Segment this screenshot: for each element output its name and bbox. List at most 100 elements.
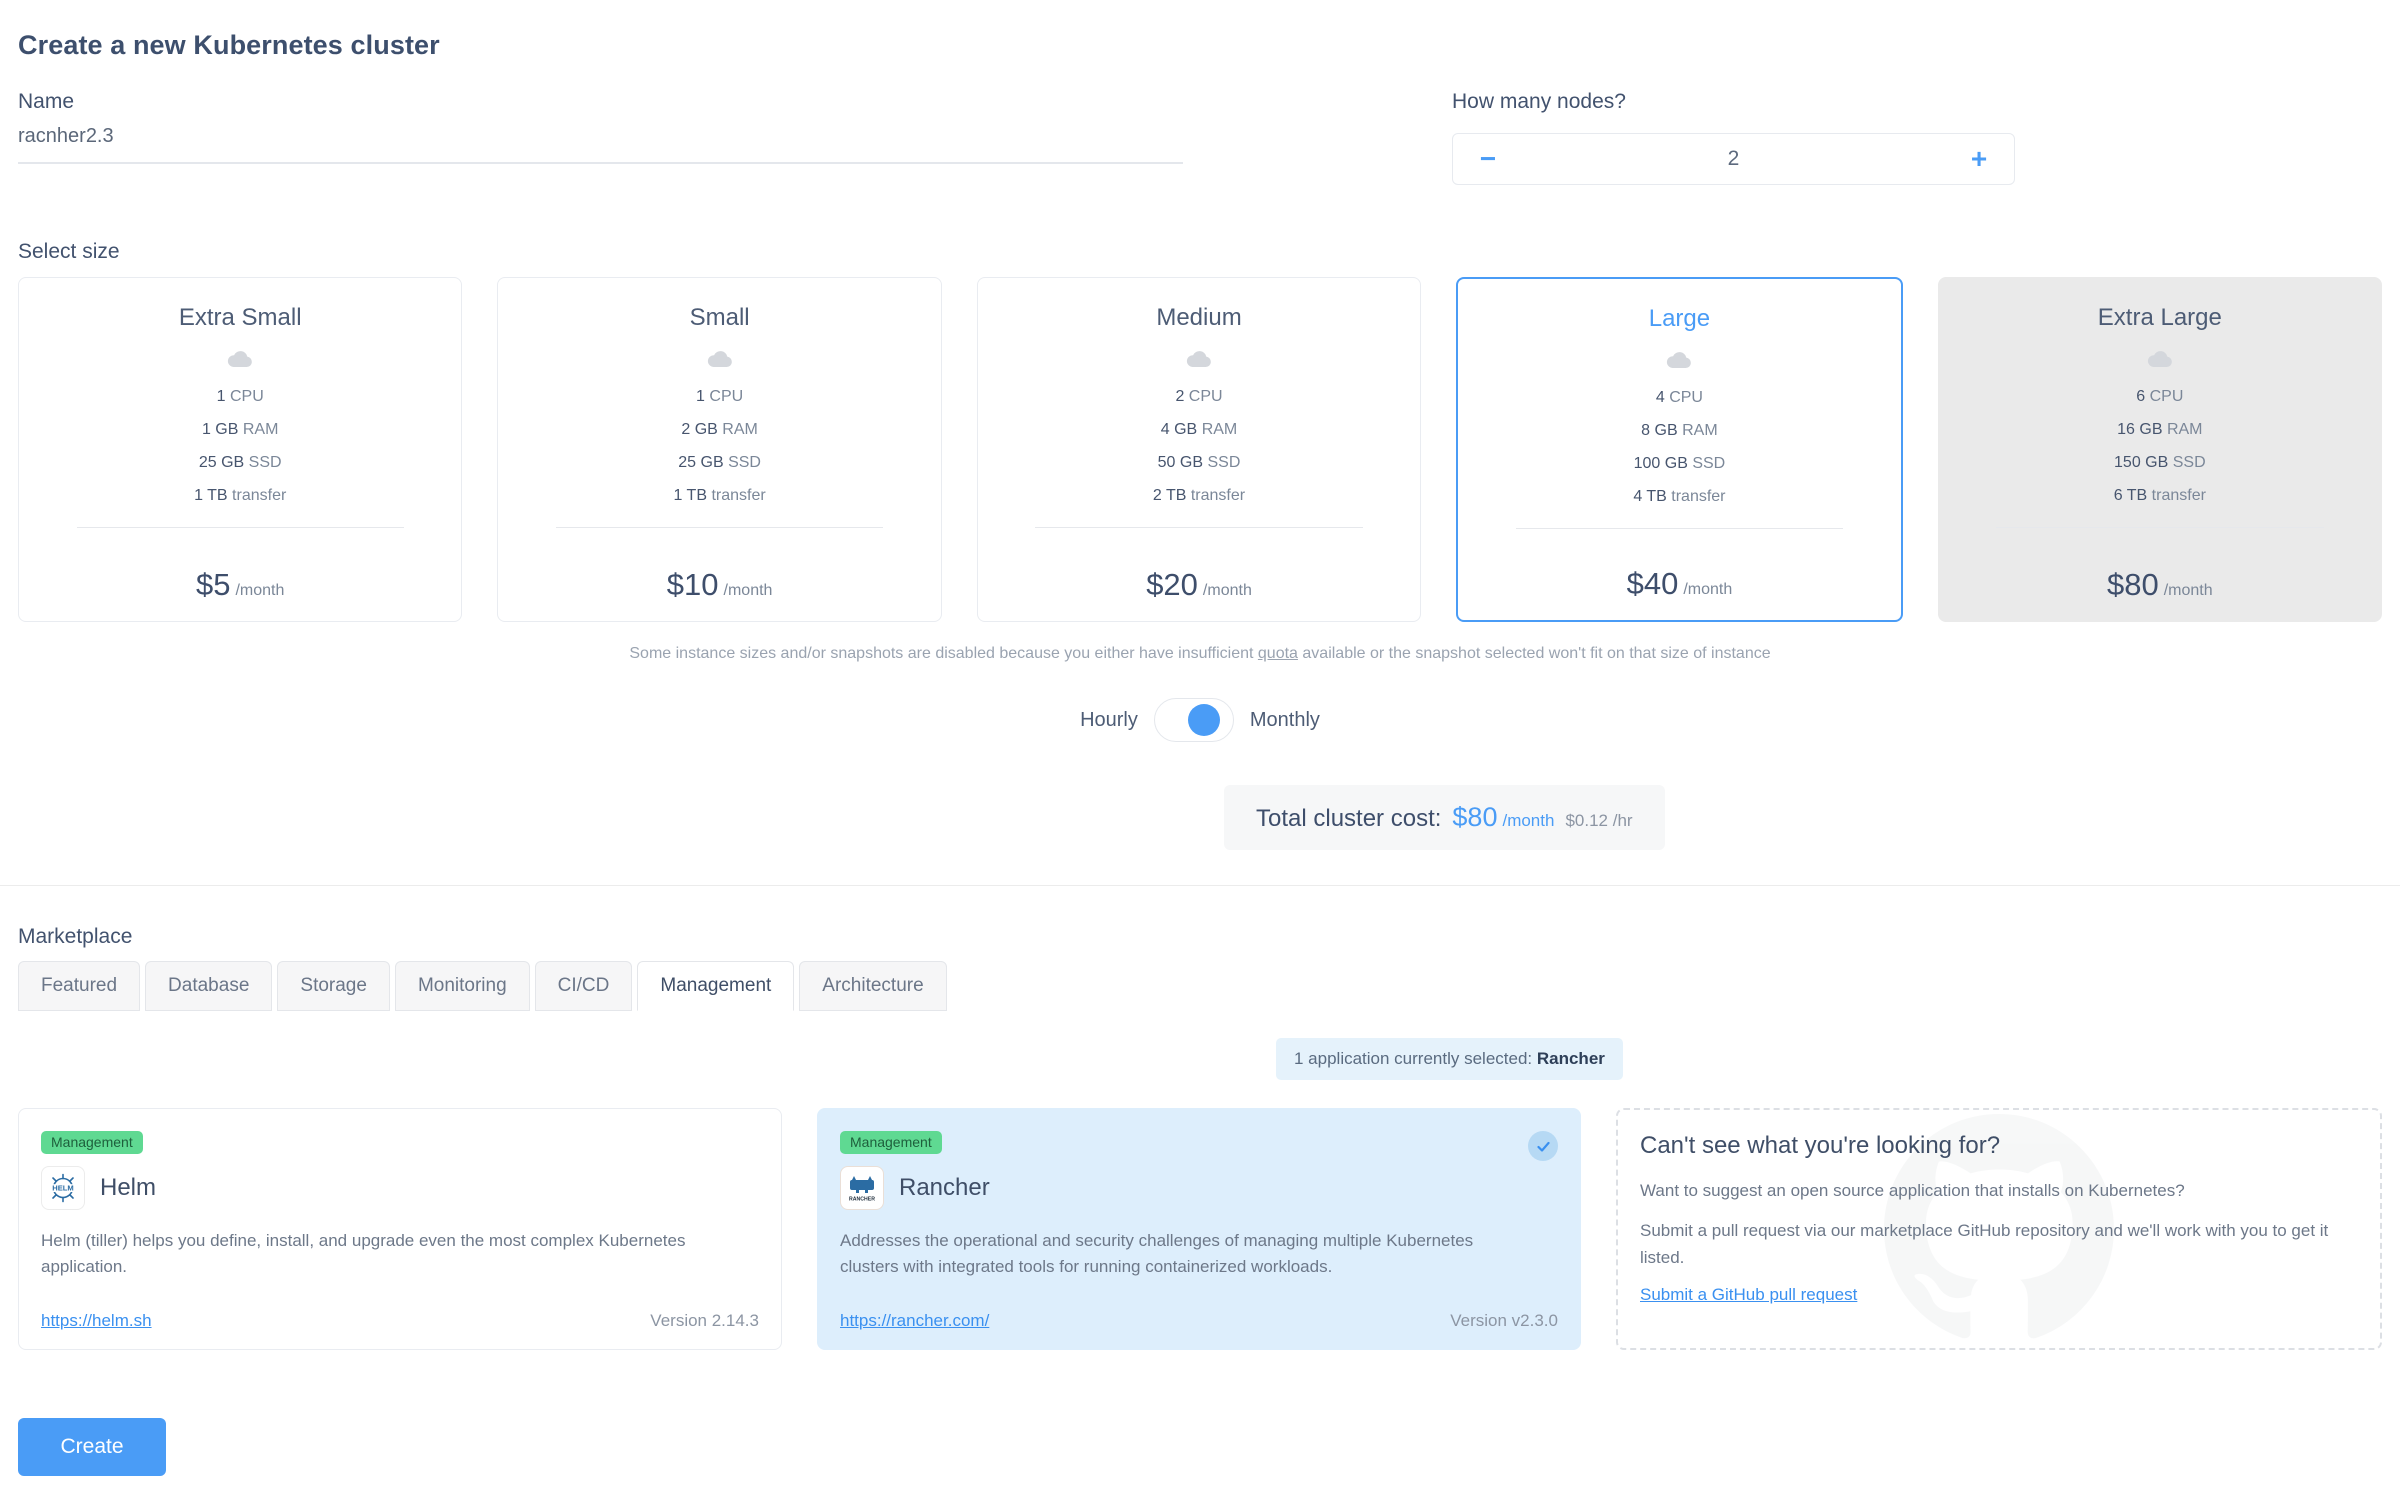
- rancher-logo-icon: RANCHER: [840, 1166, 884, 1210]
- marketplace-label: Marketplace: [18, 925, 132, 949]
- tab-architecture[interactable]: Architecture: [799, 961, 946, 1011]
- size-card-divider: [77, 527, 404, 528]
- tab-monitoring[interactable]: Monitoring: [395, 961, 530, 1011]
- size-card-name: Extra Small: [179, 304, 302, 332]
- size-spec-ssd: 100 GB SSD: [1634, 456, 1726, 472]
- github-pull-request-link[interactable]: Submit a GitHub pull request: [1640, 1285, 1857, 1304]
- size-card-price: $20/month: [1146, 553, 1252, 603]
- size-card-extra-large: Extra Large6 CPU16 GB RAM150 GB SSD6 TB …: [1938, 277, 2382, 622]
- selection-banner-app: Rancher: [1537, 1049, 1605, 1068]
- app-description: Addresses the operational and security c…: [840, 1228, 1522, 1281]
- cloud-icon: [1666, 351, 1692, 374]
- cluster-name-input[interactable]: [18, 125, 1183, 148]
- tab-management[interactable]: Management: [637, 961, 794, 1011]
- size-card-name: Small: [690, 304, 750, 332]
- size-price-amount: $40: [1627, 566, 1679, 602]
- app-card-helm[interactable]: Management HELM: [18, 1108, 782, 1350]
- size-card-medium[interactable]: Medium 2 CPU 4 GB RAM 50 GB SSD 2 TB transfe…: [977, 277, 1421, 622]
- app-header: HELM Helm: [41, 1166, 759, 1210]
- size-spec-ram: 8 GB RAM: [1641, 423, 1717, 439]
- size-spec-ssd: 150 GB SSD: [2114, 455, 2206, 471]
- app-footer: https://helm.sh Version 2.14.3: [41, 1311, 759, 1331]
- toggle-label-hourly[interactable]: Hourly: [1080, 709, 1138, 732]
- size-price-amount: $5: [196, 567, 230, 603]
- app-website-link[interactable]: https://rancher.com/: [840, 1311, 989, 1331]
- tab-featured[interactable]: Featured: [18, 961, 140, 1011]
- create-button[interactable]: Create: [18, 1418, 166, 1476]
- size-card-price: $10/month: [667, 553, 773, 603]
- node-count-stepper: − 2 +: [1452, 133, 2015, 185]
- toggle-label-monthly[interactable]: Monthly: [1250, 709, 1320, 732]
- size-card-price: $40/month: [1627, 552, 1733, 602]
- check-icon: [1528, 1131, 1558, 1161]
- total-cost-label: Total cluster cost:: [1256, 805, 1441, 833]
- marketplace-tabs: FeaturedDatabaseStorageMonitoringCI/CDMa…: [18, 961, 947, 1011]
- cloud-icon: [2147, 350, 2173, 373]
- total-cost-hourly: $0.12 /hr: [1565, 811, 1632, 831]
- size-spec-ram: 4 GB RAM: [1161, 422, 1237, 438]
- helm-logo-icon: HELM: [41, 1166, 85, 1210]
- name-input-wrapper: [18, 125, 1183, 164]
- size-price-amount: $10: [667, 567, 719, 603]
- size-price-amount: $20: [1146, 567, 1198, 603]
- size-price-amount: $80: [2107, 567, 2159, 603]
- billing-period-toggle-row: Hourly Monthly: [0, 698, 2400, 742]
- size-spec-cpu: 1 CPU: [696, 389, 743, 405]
- app-header: RANCHER Rancher: [840, 1166, 1558, 1210]
- app-category-badge: Management: [840, 1131, 942, 1154]
- node-count-value[interactable]: 2: [1523, 147, 1944, 171]
- size-disclaimer: Some instance sizes and/or snapshots are…: [0, 645, 2400, 663]
- tab-database[interactable]: Database: [145, 961, 272, 1011]
- size-spec-ssd: 25 GB SSD: [678, 455, 761, 471]
- size-card-price: $80/month: [2107, 553, 2213, 603]
- cloud-icon: [707, 350, 733, 373]
- name-field-label: Name: [18, 90, 74, 114]
- size-card-extra-small[interactable]: Extra Small1 CPU1 GB RAM25 GB SSD1 TB tr…: [18, 277, 462, 622]
- size-card-large[interactable]: Large 4 CPU 8 GB RAM 100 GB SSD 4 TB transfe…: [1456, 277, 1902, 622]
- size-card-divider: [1516, 528, 1843, 529]
- size-spec-ssd: 25 GB SSD: [199, 455, 282, 471]
- page-title: Create a new Kubernetes cluster: [18, 30, 440, 61]
- size-price-period: /month: [724, 582, 773, 600]
- size-spec-transfer: 4 TB transfer: [1633, 489, 1725, 505]
- selection-banner-prefix: 1 application currently selected:: [1294, 1049, 1537, 1068]
- size-card-list: Extra Small 1 CPU 1 GB RAM 25 GB SSD 1 TB tr…: [18, 277, 2382, 622]
- node-count-label: How many nodes?: [1452, 90, 1626, 114]
- svg-text:HELM: HELM: [52, 1184, 74, 1193]
- size-spec-ssd: 50 GB SSD: [1158, 455, 1241, 471]
- size-spec-ram: 1 GB RAM: [202, 422, 278, 438]
- decrement-nodes-button[interactable]: −: [1453, 134, 1523, 184]
- selection-banner: 1 application currently selected: Ranche…: [1276, 1038, 1623, 1080]
- size-price-period: /month: [1203, 582, 1252, 600]
- disclaimer-text-post: available or the snapshot selected won't…: [1298, 645, 1771, 662]
- tab-ci-cd[interactable]: CI/CD: [535, 961, 633, 1011]
- app-category-badge: Management: [41, 1131, 143, 1154]
- svg-text:RANCHER: RANCHER: [849, 1197, 875, 1203]
- quota-link[interactable]: quota: [1258, 645, 1298, 662]
- size-spec-cpu: 4 CPU: [1656, 390, 1703, 406]
- cloud-icon: [1186, 350, 1212, 373]
- cloud-icon: [227, 350, 253, 373]
- switch-knob: [1188, 704, 1220, 736]
- app-version: Version v2.3.0: [1450, 1311, 1558, 1331]
- size-card-name: Extra Large: [2098, 304, 2222, 332]
- size-card-price: $5/month: [196, 553, 284, 603]
- size-card-small[interactable]: Small1 CPU2 GB RAM25 GB SSD1 TB transfer…: [497, 277, 941, 622]
- size-card-divider: [1996, 527, 2323, 528]
- size-spec-transfer: 1 TB transfer: [674, 488, 766, 504]
- app-version: Version 2.14.3: [650, 1311, 759, 1331]
- size-spec-cpu: 2 CPU: [1175, 389, 1222, 405]
- app-description: Helm (tiller) helps you define, install,…: [41, 1228, 723, 1281]
- billing-period-switch[interactable]: [1154, 698, 1234, 742]
- size-card-name: Large: [1649, 305, 1710, 333]
- size-spec-transfer: 2 TB transfer: [1153, 488, 1245, 504]
- increment-nodes-button[interactable]: +: [1944, 134, 2014, 184]
- create-cluster-page: Create a new Kubernetes cluster Name How…: [0, 0, 2400, 1492]
- size-card-name: Medium: [1156, 304, 1241, 332]
- size-spec-transfer: 1 TB transfer: [194, 488, 286, 504]
- app-card-rancher[interactable]: Management RANCHER Rancher Addresses the…: [817, 1108, 1581, 1350]
- tab-storage[interactable]: Storage: [277, 961, 390, 1011]
- app-footer: https://rancher.com/ Version v2.3.0: [840, 1311, 1558, 1331]
- size-spec-cpu: 6 CPU: [2136, 389, 2183, 405]
- app-website-link[interactable]: https://helm.sh: [41, 1311, 152, 1331]
